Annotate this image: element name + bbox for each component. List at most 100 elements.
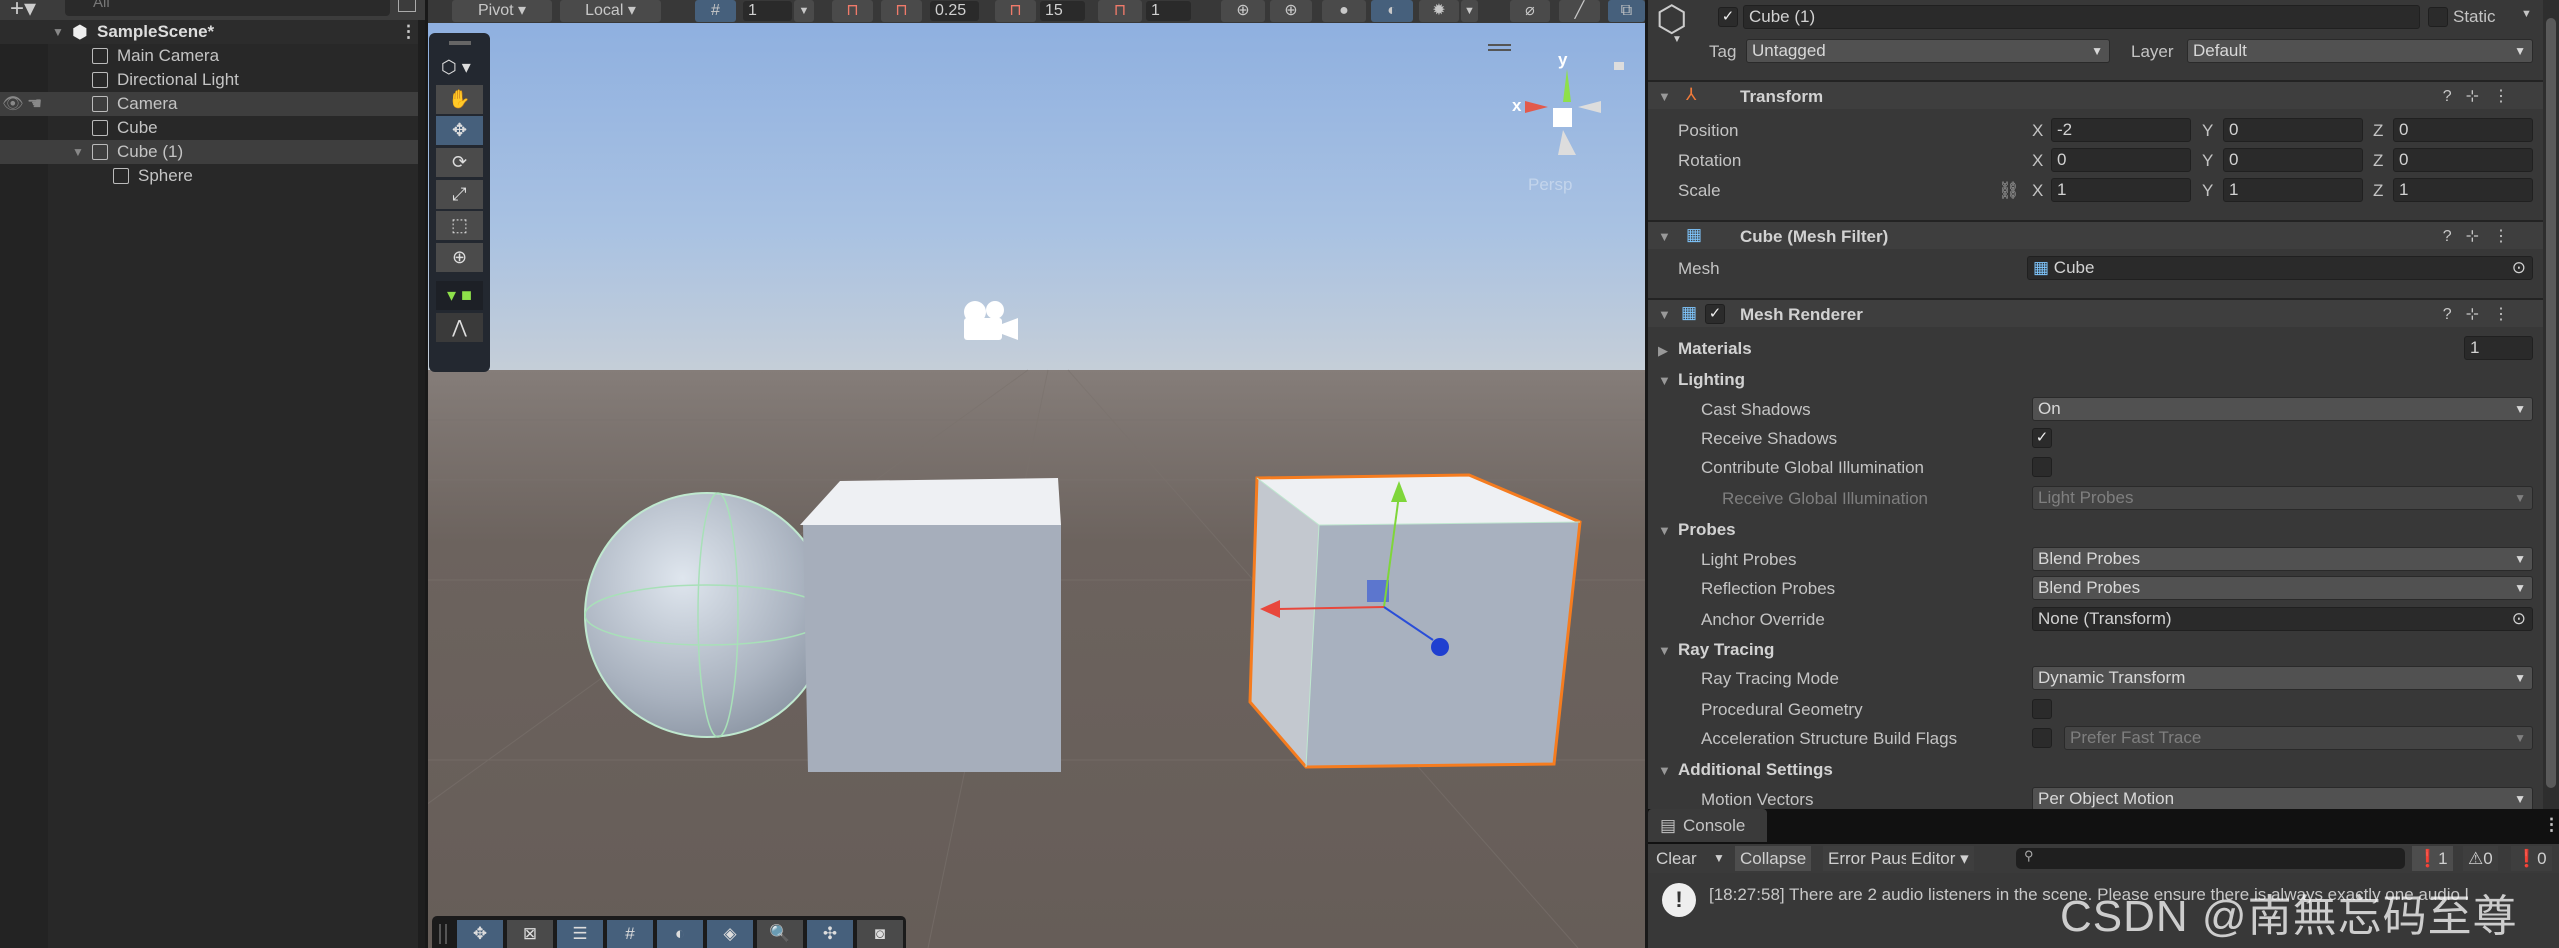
grid-toggle-icon[interactable]: # xyxy=(695,0,736,22)
grid-dropdown-icon[interactable]: ▼ xyxy=(794,0,814,22)
move-overlay-icon[interactable]: ✥ xyxy=(457,920,503,948)
object-picker-icon[interactable]: ⊙ xyxy=(2512,608,2526,630)
mesh-filter-header[interactable]: ▼ ▦ Cube (Mesh Filter) ?⊹⋮ xyxy=(1648,220,2543,249)
component-actions[interactable]: ?⊹⋮ xyxy=(2443,86,2523,106)
procedural-geometry-checkbox[interactable] xyxy=(2032,699,2052,719)
scale-snap-field[interactable]: 1 xyxy=(1146,1,1191,21)
foldout-icon[interactable]: ▼ xyxy=(1658,523,1671,538)
object-picker-icon[interactable]: ⊙ xyxy=(2512,257,2526,279)
transform-tool-icon[interactable]: ⊕ xyxy=(436,243,483,272)
move-snap-field[interactable]: 0.25 xyxy=(930,1,979,21)
shaded-sphere-icon[interactable]: ● xyxy=(1322,0,1366,22)
hierarchy-item[interactable]: Sphere xyxy=(0,164,418,188)
orientation-icon[interactable]: ⊕ xyxy=(1221,0,1265,22)
contribute-gi-checkbox[interactable] xyxy=(2032,457,2052,477)
foldout-icon[interactable]: ▼ xyxy=(1658,643,1671,658)
collapse-button[interactable]: Collapse xyxy=(1735,846,1812,871)
scale-z-field[interactable]: 1 xyxy=(2393,178,2533,202)
foldout-icon[interactable]: ▼ xyxy=(1658,373,1671,388)
move-snap-icon[interactable]: ⊓ xyxy=(881,0,922,22)
tab-console[interactable]: ▤ Console xyxy=(1648,809,1767,842)
foldout-closed-icon[interactable]: ▶ xyxy=(1658,343,1668,359)
grid-overlay-icon[interactable]: # xyxy=(607,920,653,948)
foldout-icon[interactable]: ▼ xyxy=(1658,763,1671,778)
lighting-section[interactable]: Lighting xyxy=(1678,370,1745,390)
wireframe-sphere-icon[interactable]: ⊕ xyxy=(1270,0,1312,22)
motion-vectors-dropdown[interactable]: Per Object Motion ▼ xyxy=(2032,787,2533,809)
cube[interactable] xyxy=(800,478,1061,772)
hierarchy-item[interactable]: Directional Light xyxy=(0,68,418,92)
rotate-snap-field[interactable]: 15 xyxy=(1040,1,1085,21)
settings-sliders-icon[interactable]: ☰ xyxy=(557,920,603,948)
component-actions[interactable]: ?⊹⋮ xyxy=(2443,226,2523,246)
active-checkbox[interactable]: ✓ xyxy=(1718,7,1738,27)
expand-triangle-icon[interactable]: ▼ xyxy=(72,140,84,164)
custom-tool-cube-icon[interactable]: ▾ ■ xyxy=(436,281,483,310)
static-dropdown-icon[interactable]: ▼ xyxy=(2521,8,2532,20)
tag-dropdown[interactable]: Untagged ▼ xyxy=(1746,39,2110,63)
icon-dropdown-icon[interactable]: ▼ xyxy=(1672,34,1682,45)
cast-shadows-dropdown[interactable]: On ▼ xyxy=(2032,397,2533,421)
camera-icon[interactable] xyxy=(964,301,1018,340)
lighting-overlay-icon[interactable]: ◐ xyxy=(657,920,703,948)
cube-1-selected[interactable] xyxy=(1248,473,1582,769)
component-actions[interactable]: ?⊹⋮ xyxy=(2443,304,2523,324)
drag-handle-icon[interactable] xyxy=(449,41,471,45)
grid-size-field[interactable]: 1 xyxy=(743,1,792,21)
scale-y-field[interactable]: 1 xyxy=(2223,178,2363,202)
move-tool-icon[interactable]: ✥ xyxy=(436,116,483,145)
hierarchy-item-selected[interactable]: ▼ Cube (1) xyxy=(0,140,418,164)
materials-label[interactable]: Materials xyxy=(1678,339,1752,359)
object-name-field[interactable]: Cube (1) xyxy=(1743,5,2420,29)
hand-tool-icon[interactable]: ✋ xyxy=(436,85,483,114)
path-tool-icon[interactable]: ⋀ xyxy=(436,313,483,342)
more-icon[interactable]: ⋮ xyxy=(2543,815,2559,835)
accel-flags-checkbox[interactable] xyxy=(2032,728,2052,748)
layer-dropdown[interactable]: Default ▼ xyxy=(2187,39,2533,63)
foldout-icon[interactable]: ▼ xyxy=(1658,307,1671,322)
probes-section[interactable]: Probes xyxy=(1678,520,1736,540)
ray-tracing-section[interactable]: Ray Tracing xyxy=(1678,640,1774,660)
lighting-toggle-icon[interactable]: ◐ xyxy=(1371,0,1413,22)
probe-overlay-icon[interactable]: ◈ xyxy=(707,920,753,948)
gizmos-dropdown-icon[interactable]: ▼ xyxy=(1461,0,1478,22)
visibility-eye-icon[interactable]: 👁 xyxy=(2,92,24,116)
hierarchy-item[interactable]: Cube xyxy=(0,116,418,140)
rotate-snap-icon[interactable]: ⊓ xyxy=(995,0,1036,22)
hierarchy-item[interactable]: Main Camera xyxy=(0,44,418,68)
position-x-field[interactable]: -2 xyxy=(2051,118,2191,142)
additional-settings-section[interactable]: Additional Settings xyxy=(1678,760,1833,780)
scale-tool-icon[interactable]: ⤢ xyxy=(436,180,483,209)
foldout-icon[interactable]: ▼ xyxy=(1658,89,1671,104)
rotate-tool-icon[interactable]: ⟳ xyxy=(436,148,483,177)
warning-filter-button[interactable]: ⚠0 xyxy=(2463,846,2498,871)
rotation-y-field[interactable]: 0 xyxy=(2223,148,2363,172)
local-toggle[interactable]: Local ▾ xyxy=(560,0,661,22)
inspector-scrollbar[interactable] xyxy=(2543,0,2559,809)
camera-preview-icon[interactable]: ◙ xyxy=(857,920,903,948)
view-mode-cube-icon[interactable]: ⬡ ▾ xyxy=(441,57,471,78)
frame-overlay-icon[interactable]: ✣ xyxy=(807,920,853,948)
picking-toggle-icon[interactable]: ╱ xyxy=(1559,0,1600,22)
static-checkbox[interactable] xyxy=(2428,7,2448,27)
ray-tracing-mode-dropdown[interactable]: Dynamic Transform ▼ xyxy=(2032,666,2533,690)
position-y-field[interactable]: 0 xyxy=(2223,118,2363,142)
orientation-gizmo[interactable] xyxy=(1488,44,1624,155)
light-probes-dropdown[interactable]: Blend Probes ▼ xyxy=(2032,547,2533,571)
rect-tool-icon[interactable]: ⬚ xyxy=(436,211,483,240)
projection-label[interactable]: Persp xyxy=(1528,175,1572,195)
mesh-field[interactable]: ▦ Cube ⊙ xyxy=(2027,256,2533,280)
scene-row[interactable]: ▼ ⬢ SampleScene* ⋮ xyxy=(0,20,418,44)
reflection-probes-dropdown[interactable]: Blend Probes ▼ xyxy=(2032,576,2533,600)
search-input[interactable]: All xyxy=(65,0,390,16)
mesh-renderer-header[interactable]: ▼ ▦ ✓ Mesh Renderer ?⊹⋮ xyxy=(1648,298,2543,327)
more-icon[interactable]: ⋮ xyxy=(400,20,417,44)
drag-handle-icon[interactable] xyxy=(439,924,447,944)
expand-triangle-icon[interactable]: ▼ xyxy=(52,20,64,44)
clear-button[interactable]: Clear xyxy=(1651,846,1702,871)
gizmos-bug-icon[interactable]: ✹ xyxy=(1419,0,1459,22)
position-z-field[interactable]: 0 xyxy=(2393,118,2533,142)
scale-snap-icon[interactable]: ⊓ xyxy=(1098,0,1142,22)
hierarchy-item[interactable]: 👁 ☚ Camera xyxy=(0,92,418,116)
console-search-input[interactable]: ⚲ xyxy=(2016,848,2405,869)
